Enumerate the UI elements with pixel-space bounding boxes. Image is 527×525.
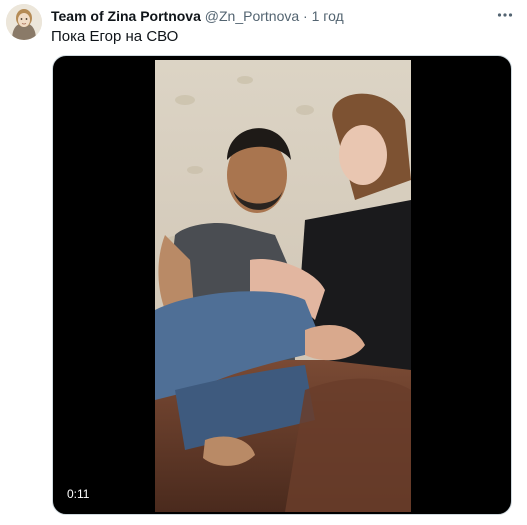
video-duration: 0:11 [61, 484, 96, 504]
author-handle[interactable]: @Zn_Portnova [205, 8, 299, 24]
header-separator: · [303, 8, 308, 24]
more-horizontal-icon[interactable] [494, 6, 516, 24]
tweet-header: Team of Zina Portnova @Zn_Portnova · 1 г… [51, 6, 491, 26]
tweet[interactable]: Team of Zina Portnova @Zn_Portnova · 1 г… [0, 0, 527, 525]
avatar-image [6, 4, 42, 40]
video-player[interactable]: 0:11 [52, 55, 512, 515]
tweet-text: Пока Егор на СВО [51, 28, 179, 45]
author-avatar[interactable] [6, 4, 42, 40]
video-frame[interactable] [155, 60, 411, 512]
tweet-timestamp[interactable]: 1 год [312, 8, 344, 24]
video-thumbnail [155, 60, 411, 512]
author-name[interactable]: Team of Zina Portnova [51, 8, 201, 24]
